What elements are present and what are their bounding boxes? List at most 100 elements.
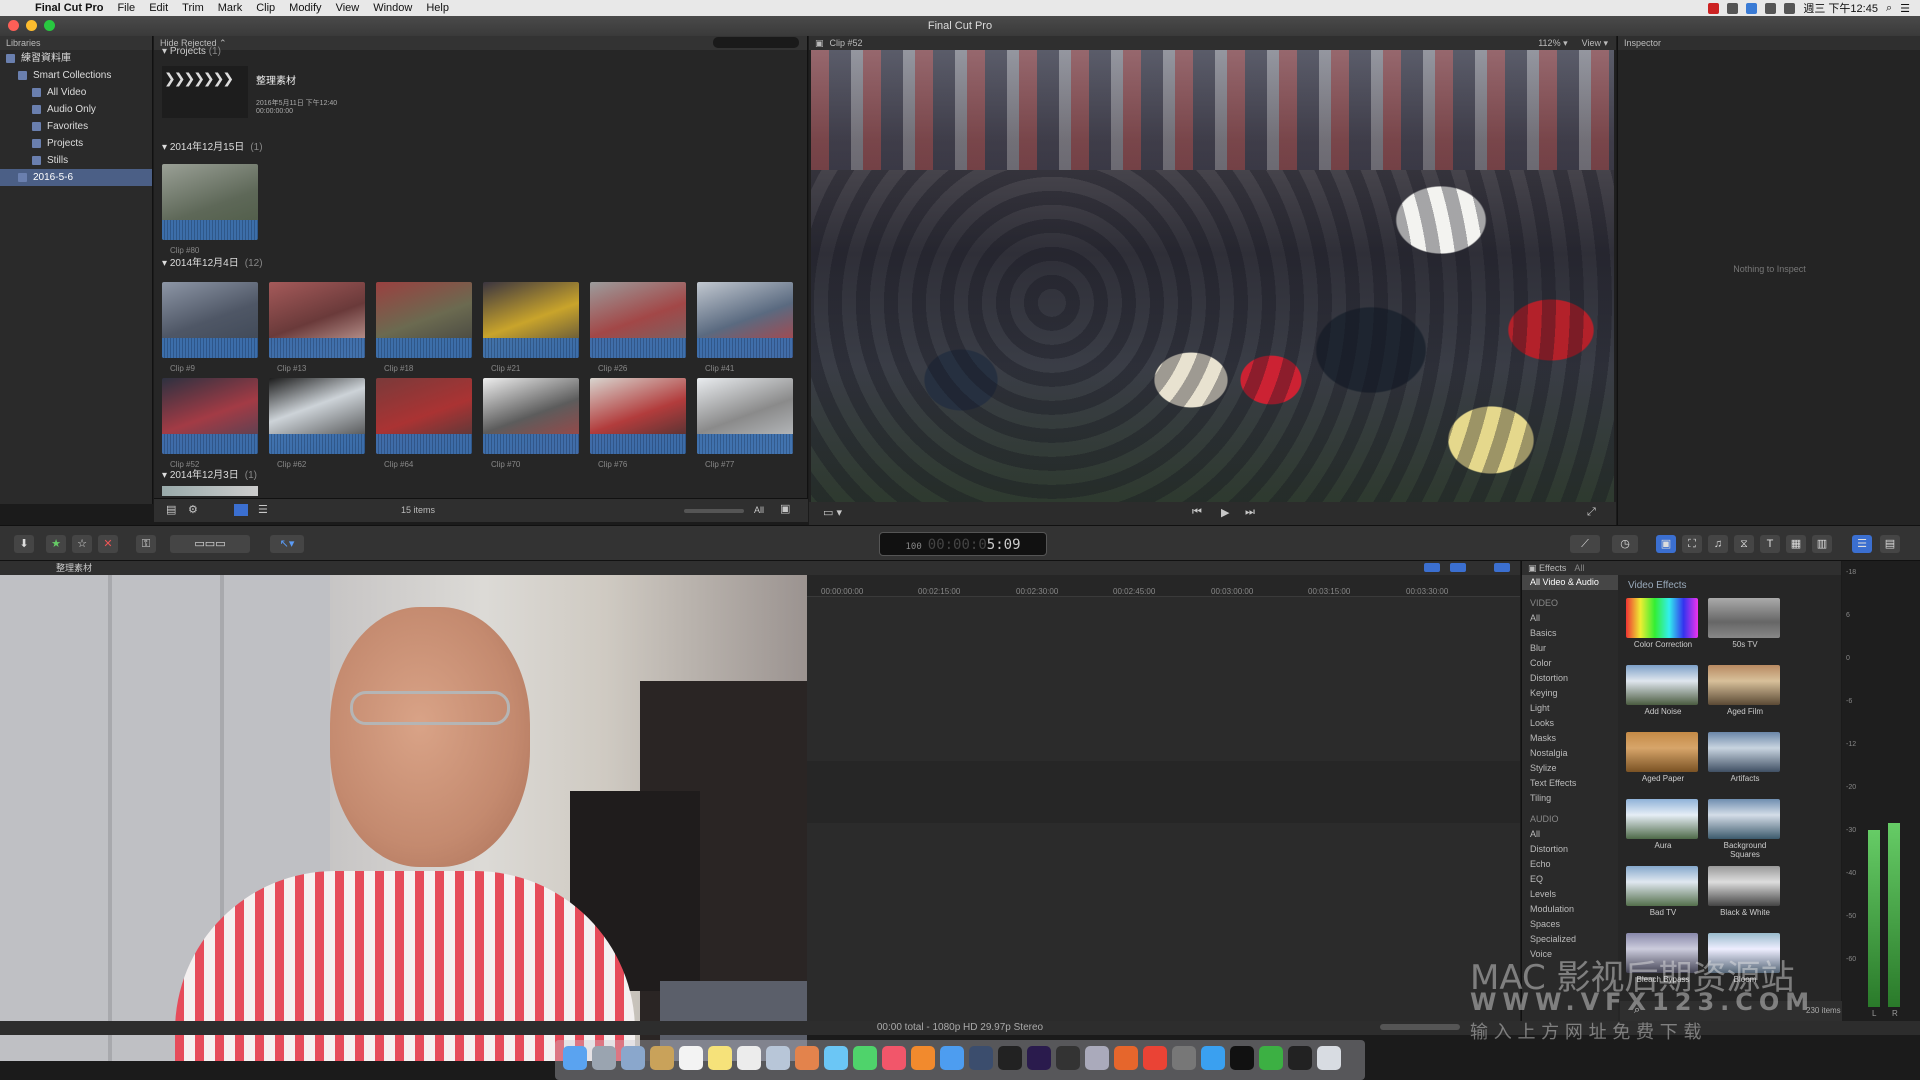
effects-category[interactable]: Blur (1522, 641, 1618, 656)
more-icon[interactable]: ▤ (1880, 535, 1900, 553)
effects-category[interactable]: Levels (1522, 887, 1618, 902)
effects-category[interactable]: All (1522, 611, 1618, 626)
skimming-icon[interactable] (1494, 563, 1510, 572)
next-frame-icon[interactable]: ⏭ (1245, 506, 1255, 519)
project-thumbnail[interactable]: ❯❯❯❯❯❯❯ (162, 66, 248, 118)
menu-help[interactable]: Help (419, 2, 456, 14)
video-frame[interactable] (811, 50, 1614, 502)
menu-trim[interactable]: Trim (175, 2, 211, 14)
clock[interactable]: 週三 下午12:45 (1803, 0, 1878, 16)
clip-thumbnail[interactable]: Clip #41 (697, 282, 793, 373)
facetime-icon[interactable] (853, 1046, 877, 1070)
generators-browser-icon[interactable]: ▦ (1786, 535, 1806, 553)
edit-buttons[interactable]: ▭▭▭ (170, 535, 250, 553)
chrome-icon[interactable] (1143, 1046, 1167, 1070)
photo-browser-icon[interactable]: ⛶ (1682, 535, 1702, 553)
play-icon[interactable]: ▶ (1221, 506, 1229, 519)
effects-filter[interactable]: All (1574, 561, 1584, 575)
clip-thumbnail[interactable]: Clip #26 (590, 282, 686, 373)
previous-frame-icon[interactable]: ⏮ (1192, 506, 1202, 519)
effects-category[interactable]: All (1522, 827, 1618, 842)
titles-browser-icon[interactable]: T (1760, 535, 1780, 553)
clip-thumbnail[interactable]: Clip #70 (483, 378, 579, 469)
gear-icon[interactable]: ⚙ (188, 503, 198, 516)
view-menu[interactable]: View ▾ (1582, 36, 1608, 50)
library-item[interactable]: 2016-5-6 (0, 169, 152, 186)
menu-mark[interactable]: Mark (211, 2, 249, 14)
library-toggle-icon[interactable]: ▤ (166, 503, 176, 516)
effects-category[interactable]: Light (1522, 701, 1618, 716)
themes-browser-icon[interactable]: ▥ (1812, 535, 1832, 553)
effects-category[interactable]: Nostalgia (1522, 746, 1618, 761)
zoom-level[interactable]: 112% ▾ (1538, 36, 1567, 50)
clip-appearance-icon[interactable]: ▣ (780, 502, 790, 515)
timecode-display[interactable]: 100 00:00:05:09 (879, 532, 1047, 556)
clip-thumbnail[interactable]: Clip #52 (162, 378, 258, 469)
effect-tile[interactable]: Artifacts (1708, 732, 1782, 783)
system-preferences-icon[interactable] (1172, 1046, 1196, 1070)
minimize-button[interactable] (26, 20, 37, 31)
favorite-icon[interactable]: ★ (46, 535, 66, 553)
transitions-browser-icon[interactable]: ⧖ (1734, 535, 1754, 553)
status-icon[interactable] (1727, 2, 1739, 14)
launchpad-icon[interactable] (592, 1046, 616, 1070)
zoom-button[interactable] (44, 20, 55, 31)
final-cut-icon[interactable] (1056, 1046, 1080, 1070)
timeline-project-name[interactable]: 整理素材 (56, 563, 92, 573)
date-group-header[interactable]: ▾ 2014年12月3日 (1) (162, 468, 257, 484)
projects-heading[interactable]: ▾ Projects (1) (162, 46, 221, 57)
close-button[interactable] (8, 20, 19, 31)
snapping-icon[interactable] (1450, 563, 1466, 572)
app-icon[interactable] (1288, 1046, 1312, 1070)
finder-icon[interactable] (563, 1046, 587, 1070)
effect-tile[interactable]: Color Correction (1626, 598, 1700, 649)
library-item[interactable]: 練習資料庫 (0, 50, 152, 67)
effects-category[interactable]: Keying (1522, 686, 1618, 701)
app-icon[interactable] (998, 1046, 1022, 1070)
effects-category[interactable]: Distortion (1522, 842, 1618, 857)
effect-tile[interactable]: Aged Paper (1626, 732, 1700, 783)
browser-search-input[interactable] (713, 37, 799, 48)
music-browser-icon[interactable]: ♫ (1708, 535, 1728, 553)
library-item[interactable]: Favorites (0, 118, 152, 135)
select-tool-icon[interactable]: ↖▾ (270, 535, 304, 553)
camtasia-icon[interactable] (1259, 1046, 1283, 1070)
timeline-ruler[interactable]: 00:00:00:00 00:02:15:00 00:02:30:00 00:0… (807, 575, 1520, 597)
timeline-zoom-slider[interactable] (1380, 1024, 1460, 1030)
effects-category-selected[interactable]: All Video & Audio (1522, 575, 1618, 590)
menu-file[interactable]: File (110, 2, 142, 14)
clip-thumbnail[interactable]: Clip #77 (697, 378, 793, 469)
library-item[interactable]: Smart Collections (0, 67, 152, 84)
premiere-icon[interactable] (1027, 1046, 1051, 1070)
menu-modify[interactable]: Modify (282, 2, 328, 14)
clip-thumbnail[interactable]: Clip #80 (162, 164, 258, 255)
effects-category[interactable]: Tiling (1522, 791, 1618, 806)
effects-category[interactable]: Spaces (1522, 917, 1618, 932)
library-item[interactable]: Audio Only (0, 101, 152, 118)
menu-view[interactable]: View (329, 2, 367, 14)
wifi-icon[interactable] (1765, 2, 1777, 14)
calendar-icon[interactable] (679, 1046, 703, 1070)
photos-icon[interactable] (795, 1046, 819, 1070)
list-view-icon[interactable]: ☰ (258, 503, 268, 516)
date-group-header[interactable]: ▾ 2014年12月4日 (12) (162, 256, 263, 272)
clip-thumbnail[interactable]: Clip #18 (376, 282, 472, 373)
effects-category[interactable]: Looks (1522, 716, 1618, 731)
import-icon[interactable]: ⬇ (14, 535, 34, 553)
messages-icon[interactable] (824, 1046, 848, 1070)
effects-category[interactable]: EQ (1522, 872, 1618, 887)
itunes-icon[interactable] (882, 1046, 906, 1070)
project-name[interactable]: 整理素材 (256, 72, 296, 87)
library-item[interactable]: All Video (0, 84, 152, 101)
notification-icon[interactable]: ☰ (1900, 2, 1910, 15)
effects-category[interactable]: Text Effects (1522, 776, 1618, 791)
effects-category[interactable]: Basics (1522, 626, 1618, 641)
library-item[interactable]: Projects (0, 135, 152, 152)
status-icon[interactable] (1708, 2, 1720, 14)
effect-tile[interactable]: Aura (1626, 799, 1700, 850)
safari-icon[interactable] (1201, 1046, 1225, 1070)
clip-thumbnail[interactable] (162, 486, 258, 496)
retime-icon[interactable]: ◷ (1612, 535, 1638, 553)
clip-thumbnail[interactable]: Clip #9 (162, 282, 258, 373)
app-icon[interactable] (621, 1046, 645, 1070)
